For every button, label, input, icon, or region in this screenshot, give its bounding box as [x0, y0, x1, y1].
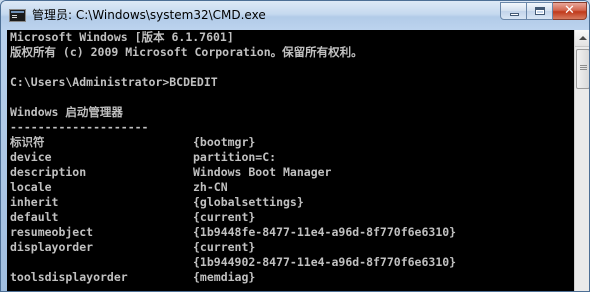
entry-key: toolsdisplayorder	[10, 270, 128, 284]
scroll-up-button[interactable]	[575, 30, 589, 47]
chevron-up-icon	[579, 36, 587, 40]
entry-key: locale	[10, 180, 52, 194]
cmd-window: 管理员: C:\Windows\system32\CMD.exe ✕ Micro…	[0, 0, 590, 292]
close-button[interactable]: ✕	[553, 2, 587, 20]
vertical-scrollbar[interactable]	[574, 30, 589, 291]
minimize-button[interactable]	[500, 2, 527, 20]
window-title: 管理员: C:\Windows\system32\CMD.exe	[32, 8, 266, 22]
entry-value: {current}	[193, 240, 256, 254]
entry-value: Windows Boot Manager	[193, 165, 332, 179]
entry-value: {bootmgr}	[193, 135, 256, 149]
entry-key: device	[10, 150, 52, 164]
entry-value: {1b9448fe-8477-11e4-a96d-8f770f6e6310}	[193, 225, 457, 239]
console-line-prompt: C:\Users\Administrator>BCDEDIT	[10, 75, 218, 89]
entry-value: {memdiag}	[193, 270, 256, 284]
entry-value: {globalsettings}	[193, 195, 304, 209]
maximize-icon	[535, 7, 545, 15]
title-bar[interactable]: 管理员: C:\Windows\system32\CMD.exe ✕	[1, 1, 589, 30]
entry-value: partition=C:	[193, 150, 277, 164]
grip-icon	[580, 65, 587, 66]
entry-key: inherit	[10, 195, 59, 209]
console-line-version: Microsoft Windows [版本 6.1.7601]	[10, 30, 234, 44]
entry-value: zh-CN	[193, 180, 228, 194]
cmd-icon[interactable]	[9, 9, 26, 22]
entry-key: default	[10, 210, 59, 224]
console-line-section-heading: Windows 启动管理器	[10, 105, 123, 119]
entry-key: description	[10, 165, 87, 179]
scroll-thumb[interactable]	[576, 49, 589, 89]
entry-key: 标识符	[10, 135, 45, 149]
maximize-button[interactable]	[527, 2, 553, 20]
entry-value: {1b944902-8477-11e4-a96d-8f770f6e6310}	[193, 255, 457, 269]
console-output[interactable]: Microsoft Windows [版本 6.1.7601] 版权所有 (c)…	[7, 30, 574, 291]
minimize-icon	[510, 13, 519, 16]
console-line-separator: --------------------	[10, 120, 149, 134]
entry-value: {current}	[193, 210, 256, 224]
entry-key: resumeobject	[10, 225, 94, 239]
close-icon: ✕	[564, 3, 575, 18]
entry-key: displayorder	[10, 240, 94, 254]
console-line-copyright: 版权所有 (c) 2009 Microsoft Corporation。保留所有…	[10, 45, 363, 59]
